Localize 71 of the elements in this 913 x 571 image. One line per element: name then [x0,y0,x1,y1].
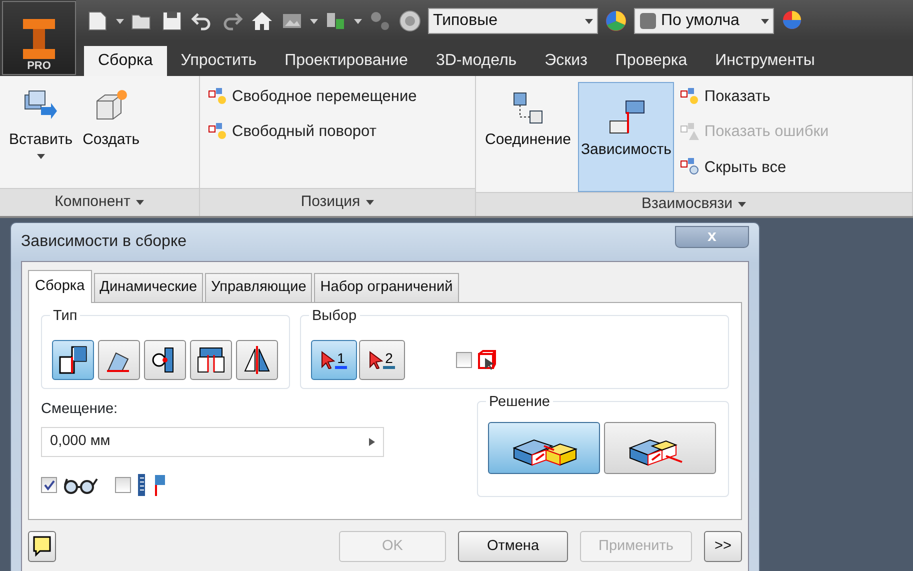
logo-label: PRO [27,61,51,72]
warning-icon [680,122,700,142]
help-button[interactable] [28,531,56,562]
constraint-type-button[interactable] [236,340,278,380]
ribbon-tab[interactable]: Сборка [84,46,167,76]
solution-button[interactable] [488,422,600,474]
ribbon-button[interactable]: Соединение [482,82,574,192]
caret-icon [585,18,593,24]
cursor-icon [321,350,336,369]
caret-icon [136,200,144,205]
panel-title-bar[interactable]: Компонент [0,188,199,216]
app-menu-button[interactable]: PRO [2,1,76,75]
ribbon-button[interactable]: Показать [678,82,831,112]
select-button[interactable]: 2 [358,340,405,380]
nodes-icon [368,9,392,33]
caret-icon [116,18,124,24]
offset-field[interactable]: 0,000 мм [41,426,384,456]
ribbon-tab[interactable]: 3D-модель [422,46,531,76]
caret-icon [738,202,746,207]
dialog-button[interactable]: Отмена [458,531,568,562]
dialog-tab[interactable]: Набор ограничений [314,273,459,302]
caret-icon [310,18,318,24]
cursor-icon [369,350,384,369]
ribbon-button[interactable]: Свободное перемещение [206,82,419,112]
offset-measure-icon [137,472,167,496]
ribbon-button[interactable]: Свободный поворот [206,117,419,146]
constraint-show-icon [208,122,228,142]
dialog-tab[interactable]: Динамические [94,273,204,302]
ribbon-button[interactable]: Скрыть все [678,152,831,182]
panel-title-bar[interactable]: Взаимосвязи [476,192,912,216]
dialog-title: Зависимости в сборке [21,232,187,252]
ribbon-tab[interactable]: Эскиз [530,46,602,76]
constraint-show-icon [208,86,228,107]
preview-icon [476,348,498,371]
sphere-icon [398,9,422,33]
ribbon-tab[interactable]: Упростить [166,46,271,76]
check-icon [43,478,55,490]
checkbox[interactable] [456,352,472,368]
caret-icon [36,154,45,158]
checkbox[interactable] [41,476,57,492]
save-icon [160,9,184,33]
home-icon [250,9,274,33]
arrow-right-icon [369,438,375,446]
color-wheel-icon [604,9,628,33]
caret-icon [354,18,362,24]
help-icon [32,535,52,558]
dialog-tab[interactable]: Сборка [28,270,92,303]
style-dropdown[interactable]: По умолча [634,8,774,34]
constraint-show-icon [680,86,700,107]
offset-label: Смещение: [41,400,119,419]
constraint-type-button[interactable] [52,340,94,380]
ribbon-tab[interactable]: Проверка [601,46,702,76]
panel-title-bar[interactable]: Позиция [200,188,475,216]
constraint-type-button[interactable] [144,340,186,380]
style-dropdown[interactable]: Типовые [428,8,598,34]
dialog-tab[interactable]: Управляющие [205,273,312,302]
material-icon [639,12,657,30]
ribbon-tab[interactable]: Проектирование [270,46,422,76]
ribbon-button[interactable]: Вставить [6,82,76,188]
select-button[interactable]: 1 [310,340,357,380]
checkbox[interactable] [115,476,131,492]
constraint-type-button[interactable] [98,340,140,380]
dialog-button[interactable]: >> [704,531,742,562]
constraint-type-button[interactable] [190,340,232,380]
caret-icon [761,18,769,24]
constraint-hide-icon [680,157,700,178]
ribbon-tab[interactable]: Инструменты [701,46,815,76]
caret-icon [366,200,374,205]
ribbon-button[interactable]: Зависимость [578,82,674,192]
solution-button[interactable] [604,422,716,474]
ribbon-button[interactable]: Создать [80,82,143,188]
